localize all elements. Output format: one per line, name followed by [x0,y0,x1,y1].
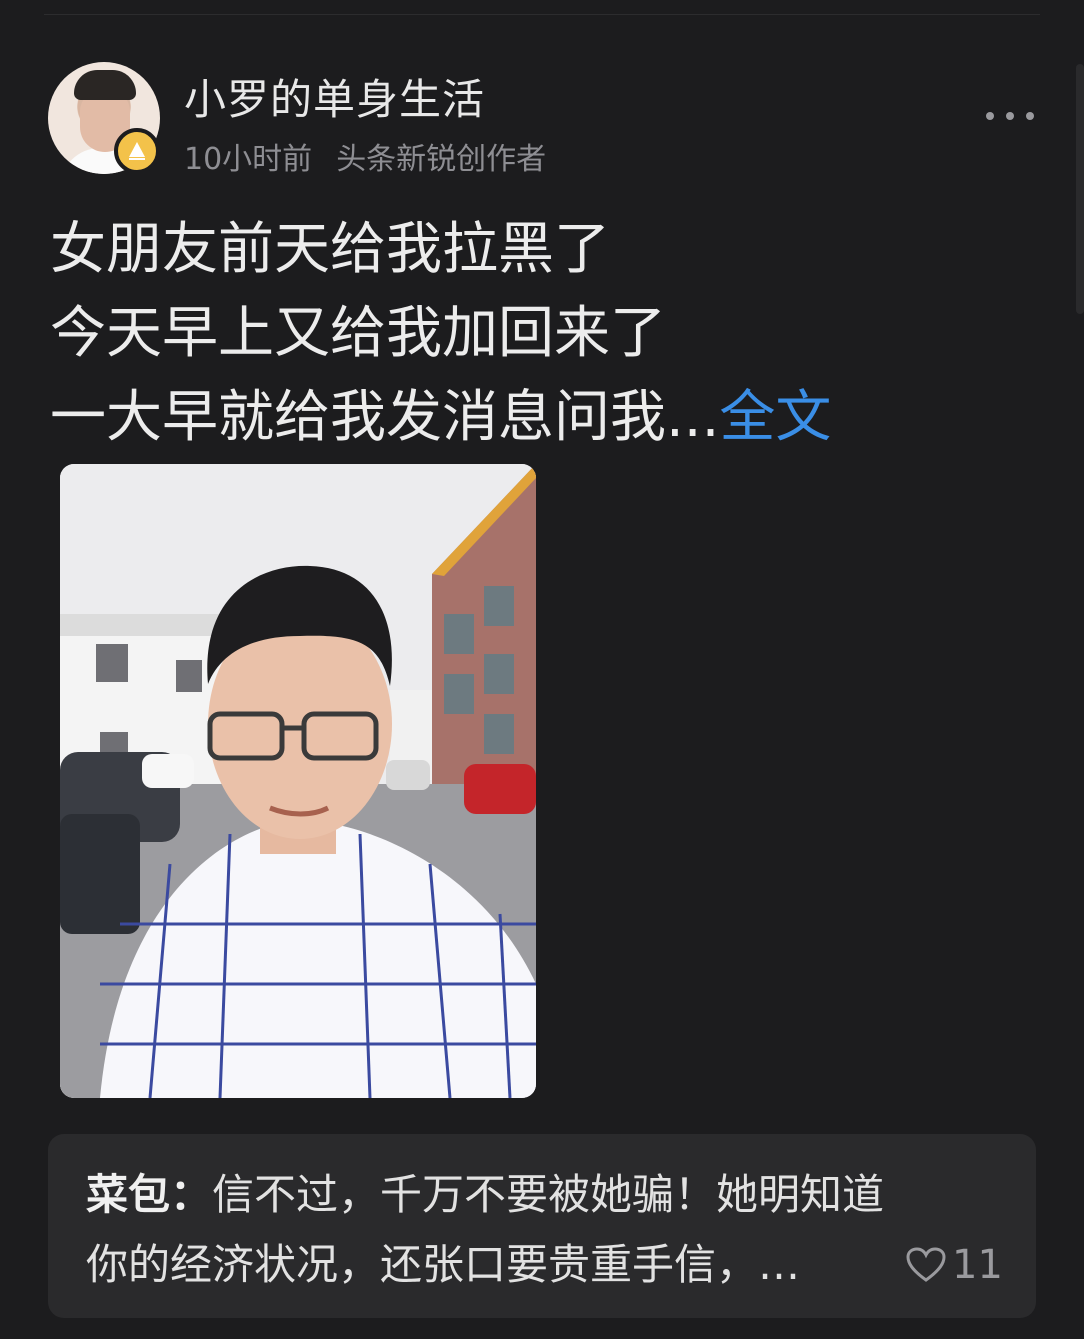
creator-badge-icon [114,128,160,174]
like-button[interactable]: 11 [906,1234,1003,1296]
post-meta: 10小时前 头条新锐创作者 [184,134,546,178]
scrollbar[interactable] [1076,64,1084,314]
comment-line-1: 菜包：信不过，千万不要被她骗！她明知道 [86,1164,1006,1226]
comment-line-2: 你的经济状况，还张口要贵重手信，… [86,1240,801,1289]
post-photo[interactable] [60,464,536,1098]
post-line: 一大早就给我发消息问我...全文 [50,376,831,460]
comment-author[interactable]: 菜包： [86,1170,212,1219]
full-text-link[interactable]: 全文 [719,385,831,450]
post-line-text: 一大早就给我发消息问我... [50,385,720,450]
author-name[interactable]: 小罗的单身生活 [184,66,485,127]
top-divider [44,14,1040,15]
comment-text: 信不过，千万不要被她骗！她明知道 [212,1170,885,1219]
hot-comment[interactable]: 菜包：信不过，千万不要被她骗！她明知道 你的经济状况，还张口要贵重手信，… 11 [48,1134,1036,1318]
post-time: 10小时前 [184,142,313,177]
post-line: 今天早上又给我加回来了 [50,301,666,366]
like-count: 11 [952,1242,1003,1288]
post-line: 女朋友前天给我拉黑了 [50,217,610,282]
selfie-image [60,464,536,1098]
more-dots-icon[interactable] [986,100,1034,132]
heart-icon [906,1247,946,1282]
author-title: 头条新锐创作者 [336,142,547,177]
post-body[interactable]: 女朋友前天给我拉黑了 今天早上又给我加回来了 一大早就给我发消息问我...全文 [50,208,831,460]
